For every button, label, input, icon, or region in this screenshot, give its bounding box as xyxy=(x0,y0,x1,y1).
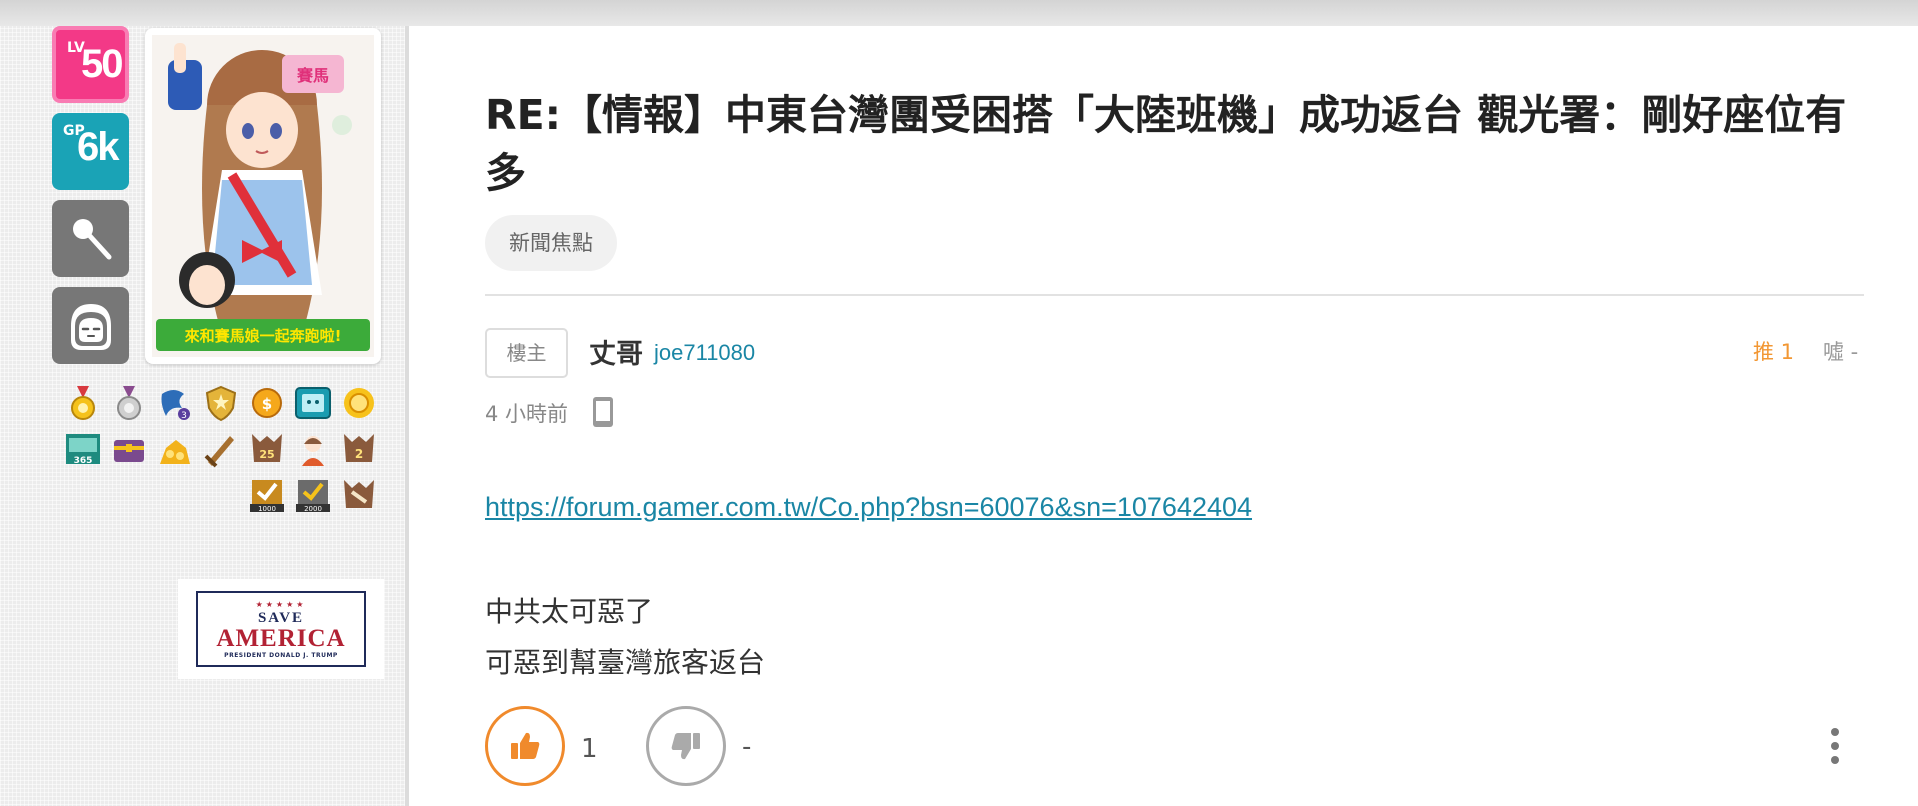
dislike-count: - xyxy=(742,732,752,762)
thumbs-down-icon xyxy=(671,733,700,760)
save-america-banner[interactable]: ★★★★★ SAVE AMERICA PRESIDENT DONALD J. T… xyxy=(178,579,384,679)
banner-line-president: PRESIDENT DONALD J. TRUMP xyxy=(224,651,338,659)
sun-badge[interactable] xyxy=(340,384,378,422)
like-count: 1 xyxy=(581,734,598,764)
push-count[interactable]: 推 1 xyxy=(1753,336,1794,366)
top-strip xyxy=(0,0,1918,26)
gp-badge[interactable]: GP 6k xyxy=(52,113,129,190)
more-options-icon[interactable] xyxy=(1829,726,1841,766)
check-2000-badge[interactable]: 2000 xyxy=(294,476,332,514)
gold-medal-badge[interactable] xyxy=(64,384,102,422)
tv-badge[interactable] xyxy=(294,384,332,422)
post-title: RE:【情報】中東台灣團受困搭「大陸班機」成功返台 觀光署：剛好座位有多 xyxy=(485,91,1847,197)
svg-text:25: 25 xyxy=(259,448,274,461)
year-25-badge[interactable]: 25 xyxy=(248,430,286,468)
dragon-badge[interactable]: 3 xyxy=(156,384,194,422)
post-link[interactable]: https://forum.gamer.com.tw/Co.php?bsn=60… xyxy=(485,492,1252,523)
banner-line-save: SAVE xyxy=(257,609,305,626)
mobile-phone-icon xyxy=(593,397,613,427)
like-button[interactable] xyxy=(485,706,565,786)
svg-text:2: 2 xyxy=(355,447,363,461)
banner-frame: ★★★★★ SAVE AMERICA PRESIDENT DONALD J. T… xyxy=(196,591,366,667)
number-2-badge[interactable]: 2 xyxy=(340,430,378,468)
avatar-caption: 來和賽馬娘一起奔跑啦! xyxy=(185,327,342,345)
banner-stars: ★★★★★ xyxy=(255,599,307,609)
svg-text:3: 3 xyxy=(181,411,187,421)
author-id[interactable]: joe711080 xyxy=(654,340,755,366)
boo-count[interactable]: 噓 - xyxy=(1823,336,1858,366)
shield-badge[interactable] xyxy=(202,384,240,422)
check-1000-badge[interactable]: 1000 xyxy=(248,476,286,514)
author-nickname[interactable]: 丈哥 xyxy=(589,332,643,371)
coin-badge[interactable]: $ xyxy=(248,384,286,422)
calendar-365-badge[interactable]: 365 xyxy=(64,430,102,468)
level-badge[interactable]: LV 50 xyxy=(52,26,129,103)
banner-line-america: AMERICA xyxy=(216,624,346,652)
user-sidebar: LV 50 GP 6k 賽馬 來和賽馬娘一起奔跑啦! 3 $ 365 25 2 … xyxy=(0,26,405,806)
level-value: 50 xyxy=(81,42,123,86)
svg-text:賽馬: 賽馬 xyxy=(296,66,329,85)
floor-label-button[interactable]: 樓主 xyxy=(485,328,568,378)
avatar-card[interactable]: 賽馬 來和賽馬娘一起奔跑啦! xyxy=(145,28,381,364)
post-card: RE:【情報】中東台灣團受困搭「大陸班機」成功返台 觀光署：剛好座位有多 新聞焦… xyxy=(405,26,1918,806)
horn-badge[interactable] xyxy=(340,476,378,514)
dislike-button[interactable] xyxy=(646,706,726,786)
svg-text:365: 365 xyxy=(74,456,93,466)
girl-badge[interactable] xyxy=(294,430,332,468)
sword-badge[interactable] xyxy=(202,430,240,468)
body-line-2: 可惡到幫臺灣旅客返台 xyxy=(485,646,766,679)
gp-value: 6k xyxy=(77,125,119,169)
thumbs-up-icon xyxy=(511,732,540,759)
wand-icon[interactable] xyxy=(52,200,129,277)
gold-pile-badge[interactable] xyxy=(156,430,194,468)
face-icon[interactable] xyxy=(52,287,129,364)
silver-medal-badge[interactable] xyxy=(110,384,148,422)
svg-text:$: $ xyxy=(262,395,272,413)
board-tag[interactable]: 新聞焦點 xyxy=(485,215,617,271)
divider xyxy=(485,294,1864,296)
chest-badge[interactable] xyxy=(110,430,148,468)
body-line-1: 中共太可惡了 xyxy=(485,595,654,628)
avatar-image: 賽馬 來和賽馬娘一起奔跑啦! xyxy=(152,35,374,357)
svg-text:2000: 2000 xyxy=(304,505,322,513)
post-time: 4 小時前 xyxy=(485,402,569,426)
svg-text:1000: 1000 xyxy=(258,505,276,513)
